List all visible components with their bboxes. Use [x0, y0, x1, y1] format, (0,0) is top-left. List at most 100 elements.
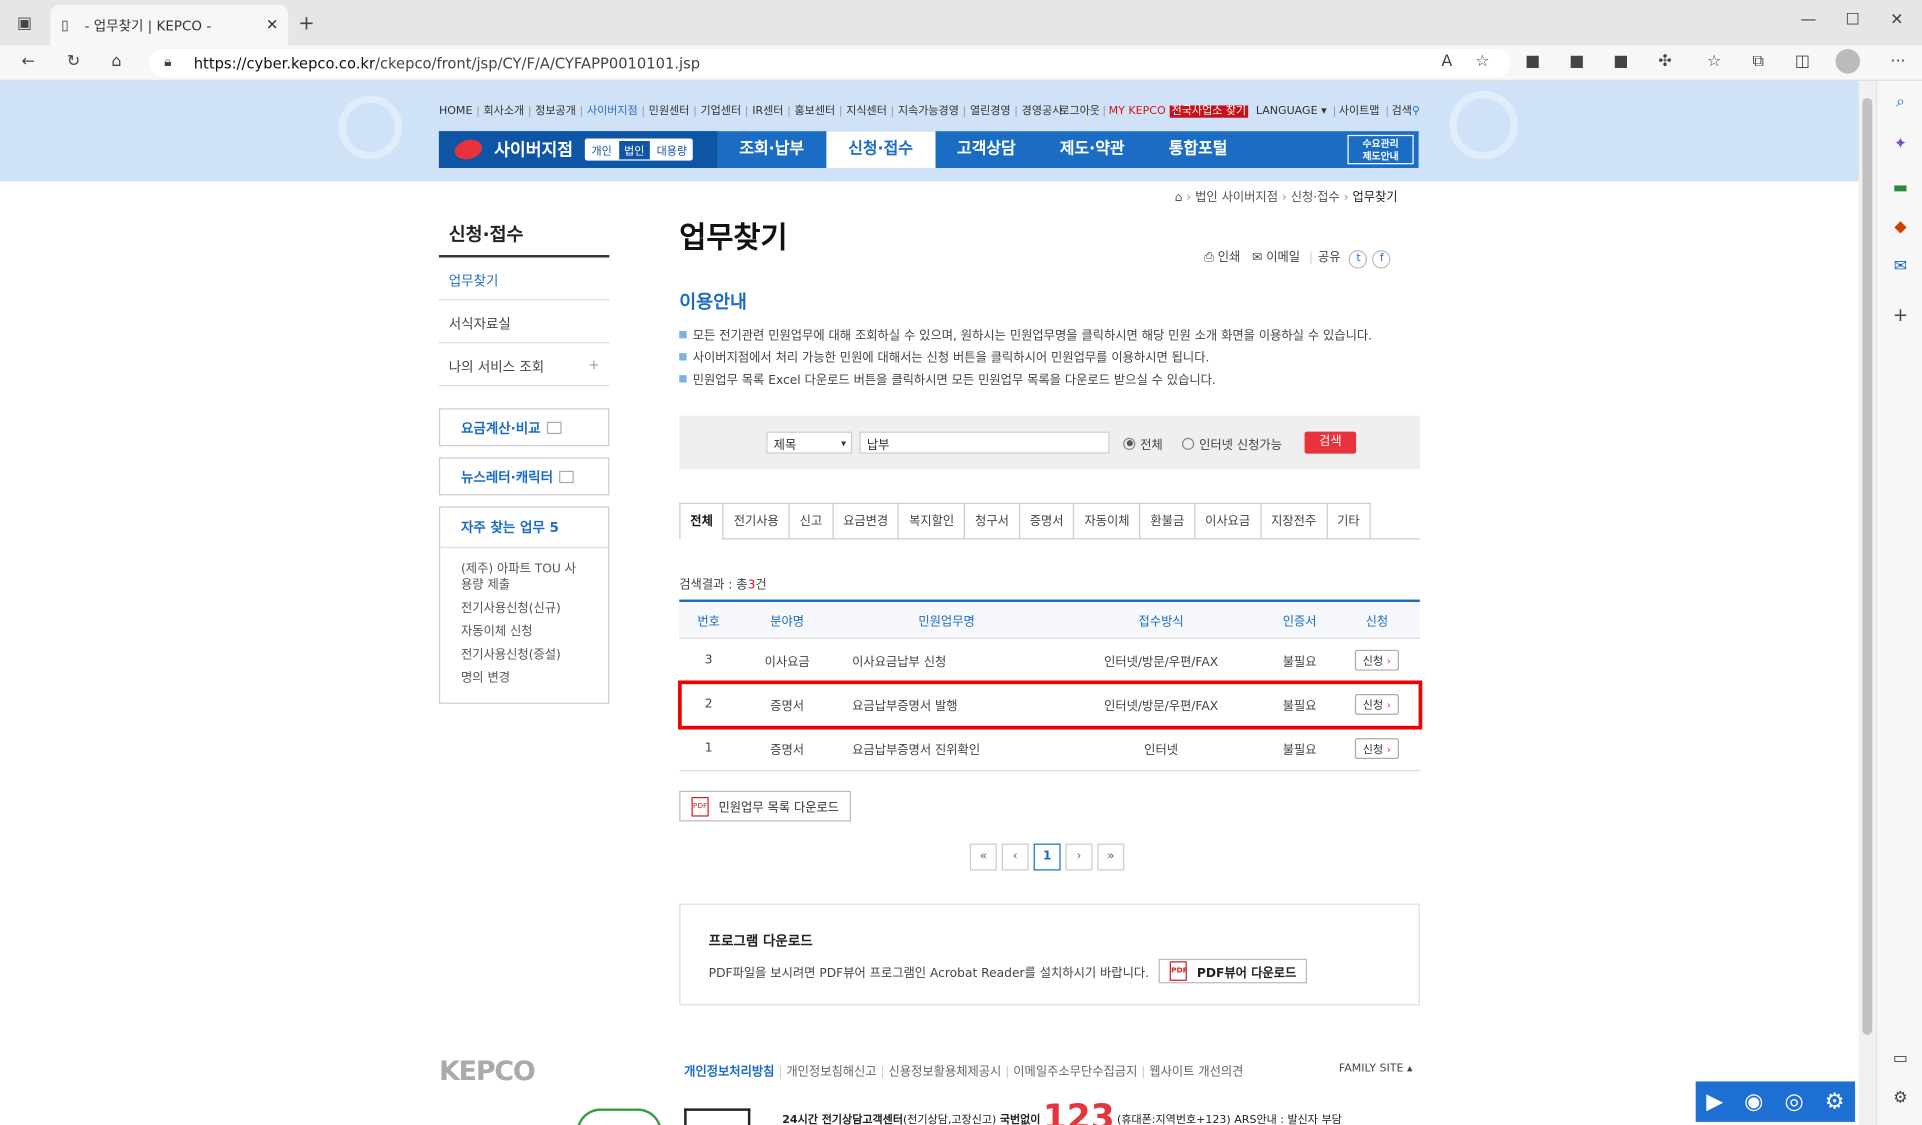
faq-item[interactable]: (제주) 아파트 TOU 사용량 제출 — [440, 558, 608, 597]
util-link[interactable]: 지속가능경영 — [898, 105, 959, 117]
menu-portal[interactable]: 통합포털 — [1147, 131, 1250, 168]
download-list-button[interactable]: PDF 민원업무 목록 다운로드 — [679, 790, 852, 822]
language-menu[interactable]: LANGUAGE — [1256, 105, 1318, 117]
apply-button[interactable]: 신청 › — [1355, 649, 1399, 671]
util-link[interactable]: 기업센터 — [701, 105, 742, 117]
seg-personal[interactable]: 개인 — [585, 139, 618, 160]
play-icon[interactable]: ▶ — [1706, 1089, 1723, 1115]
menu-consultation[interactable]: 고객상담 — [935, 131, 1038, 168]
home-icon[interactable]: ⌂ — [1175, 191, 1183, 204]
next-page-icon[interactable]: › — [1065, 843, 1093, 871]
tab-category[interactable]: 복지할인 — [898, 502, 965, 540]
office-icon[interactable]: ◆ — [1888, 218, 1913, 236]
search-link[interactable]: 검색 — [1392, 105, 1412, 117]
rate-calc-link[interactable]: 요금계산·비교 — [438, 408, 610, 447]
util-link[interactable]: 사이버지점 — [587, 105, 638, 117]
eye-icon[interactable]: ◎ — [1784, 1089, 1803, 1115]
email-link[interactable]: 이메일 — [1266, 251, 1300, 264]
settings-icon[interactable]: ⚙ — [1888, 1089, 1913, 1107]
faq-item[interactable]: 명의 변경 — [440, 667, 608, 690]
workspace-icon[interactable]: ◫ — [1790, 53, 1815, 71]
sidebar-toggle-icon[interactable]: ▣ — [12, 15, 37, 33]
twitter-icon[interactable]: t — [1349, 250, 1368, 269]
util-link[interactable]: 경영공시 — [1022, 105, 1063, 117]
profile-avatar[interactable] — [1835, 49, 1860, 74]
util-link[interactable]: 회사소개 — [484, 105, 525, 117]
search-type-select[interactable]: 제목 ▾ — [766, 431, 853, 454]
logout-link[interactable]: 로그아웃 — [1059, 105, 1100, 117]
back-icon[interactable]: ← — [16, 53, 41, 71]
refresh-icon[interactable]: ↻ — [61, 53, 86, 71]
stop-icon[interactable]: ◉ — [1744, 1089, 1763, 1115]
tab-category[interactable]: 자동이체 — [1073, 502, 1140, 540]
collections-icon[interactable]: ⧉ — [1746, 53, 1771, 71]
crumb-branch[interactable]: 법인 사이버지점 — [1195, 191, 1278, 204]
service-name-link[interactable]: 이사요금납부 신청 — [836, 651, 1057, 669]
sitemap-link[interactable]: 사이트맵 — [1339, 105, 1380, 117]
radio-internet[interactable]: 인터넷 신청가능 — [1181, 434, 1282, 452]
tools-icon[interactable]: ▬ — [1888, 179, 1913, 197]
my-kepco-link[interactable]: MY KEPCO — [1109, 105, 1166, 117]
search-sidebar-icon[interactable]: ⌕ — [1888, 93, 1913, 111]
util-link[interactable]: 정보공개 — [535, 105, 576, 117]
browser-tab[interactable]: ▯ - 업무찾기 | KEPCO - ✕ — [50, 4, 289, 46]
util-link[interactable]: HOME — [439, 105, 472, 117]
footer-link[interactable]: 신용정보활용체제공시 — [889, 1065, 1002, 1078]
favorites-icon[interactable]: ☆ — [1702, 53, 1727, 71]
page-number[interactable]: 1 — [1033, 843, 1061, 871]
facebook-icon[interactable]: f — [1372, 250, 1391, 269]
brand-title[interactable]: 사이버지점 — [494, 137, 573, 162]
menu-terms[interactable]: 제도·약관 — [1038, 131, 1147, 168]
tab-category[interactable]: 전체 — [679, 502, 723, 540]
gear-icon[interactable]: ⚙ — [1825, 1089, 1845, 1115]
tab-category[interactable]: 전기사용 — [722, 502, 789, 540]
util-link[interactable]: IR센터 — [752, 105, 783, 117]
extension-3-icon[interactable]: ■ — [1609, 53, 1634, 71]
crumb-application[interactable]: 신청·접수 — [1291, 191, 1340, 204]
search-icon[interactable]: ⚲ — [1412, 105, 1420, 117]
tab-category[interactable]: 기타 — [1326, 502, 1371, 540]
footer-link[interactable]: 이메일주소무단수집금지 — [1013, 1065, 1137, 1078]
close-window-icon[interactable]: ✕ — [1885, 11, 1910, 29]
scrollbar[interactable] — [1858, 80, 1876, 1125]
tab-category[interactable]: 환불금 — [1139, 502, 1195, 540]
family-site-select[interactable]: FAMILY SITE ▴ — [1339, 1063, 1413, 1075]
maximize-icon[interactable]: ☐ — [1840, 11, 1865, 29]
extensions-icon[interactable]: ✣ — [1653, 53, 1678, 71]
util-link[interactable]: 홍보센터 — [795, 105, 836, 117]
sidebar-item-find[interactable]: 업무찾기 — [438, 257, 610, 301]
util-link[interactable]: 지식센터 — [846, 105, 887, 117]
tab-category[interactable]: 신고 — [788, 502, 833, 540]
seg-large[interactable]: 대용량 — [650, 139, 693, 160]
tab-category[interactable]: 증명서 — [1018, 502, 1074, 540]
tab-category[interactable]: 이사요금 — [1194, 502, 1261, 540]
print-link[interactable]: 인쇄 — [1218, 251, 1241, 264]
tab-category[interactable]: 지장전주 — [1260, 502, 1327, 540]
newsletter-link[interactable]: 뉴스레터·캐릭터 — [438, 457, 610, 496]
apply-button[interactable]: 신청 › — [1355, 738, 1399, 759]
extension-2-icon[interactable]: ■ — [1565, 53, 1590, 71]
faq-item[interactable]: 전기사용신청(신규) — [440, 597, 608, 620]
last-page-icon[interactable]: » — [1097, 843, 1125, 871]
footer-link[interactable]: 개인정보침해신고 — [786, 1065, 876, 1078]
prev-page-icon[interactable]: ‹ — [1001, 843, 1029, 871]
add-sidebar-icon[interactable]: + — [1888, 304, 1913, 326]
demand-management-button[interactable]: 수요관리 제도안내 — [1347, 134, 1414, 165]
menu-inquiry-payment[interactable]: 조회·납부 — [717, 131, 826, 168]
tab-category[interactable]: 요금변경 — [832, 502, 899, 540]
url-field[interactable]: 🔒︎ https://cyber.kepco.co.kr/ckepco/fron… — [149, 49, 1511, 78]
more-icon[interactable]: ··· — [1886, 53, 1911, 71]
sidebar-hide-icon[interactable]: ▭ — [1888, 1050, 1913, 1068]
email-icon[interactable]: ✉ — [1252, 251, 1262, 264]
first-page-icon[interactable]: « — [969, 843, 997, 871]
extension-1-icon[interactable]: ■ — [1520, 53, 1545, 71]
read-aloud-icon[interactable]: A — [1435, 53, 1460, 71]
national-office-link[interactable]: 전국사업소 찾기 — [1169, 105, 1249, 118]
footer-link[interactable]: 개인정보처리방침 — [684, 1065, 774, 1078]
radio-all[interactable]: 전체 — [1123, 434, 1163, 452]
service-name-link[interactable]: 요금납부증명서 진위확인 — [836, 739, 1057, 757]
faq-item[interactable]: 자동이체 신청 — [440, 620, 608, 643]
menu-application[interactable]: 신청·접수 — [826, 131, 935, 168]
tab-category[interactable]: 청구서 — [964, 502, 1019, 540]
util-link[interactable]: 민원센터 — [649, 105, 690, 117]
